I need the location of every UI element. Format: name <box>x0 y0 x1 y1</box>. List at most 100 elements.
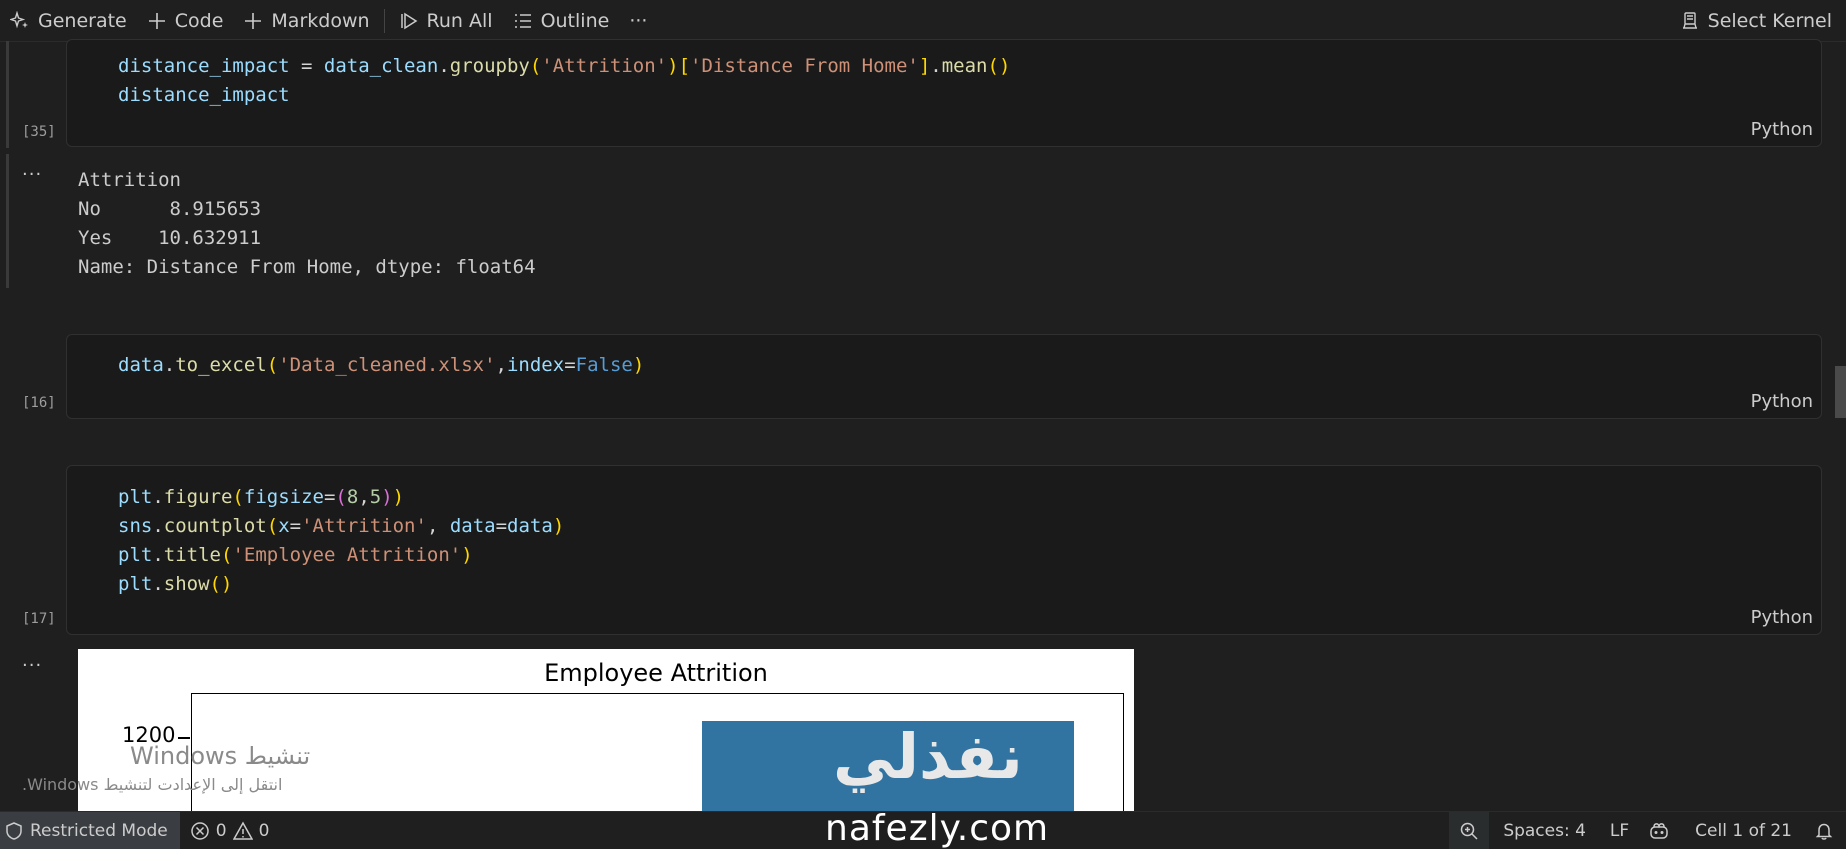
code-token: 'Employee Attrition' <box>232 544 462 566</box>
sparkle-icon <box>10 10 28 28</box>
code-token: = <box>564 354 576 376</box>
indentation-setting[interactable]: Spaces: 4 <box>1489 812 1600 849</box>
code-token: . <box>438 55 450 77</box>
code-token: . <box>930 55 942 77</box>
code-token: ( <box>232 486 244 508</box>
execution-count: [35] <box>22 124 56 140</box>
kernel-icon <box>1682 11 1697 29</box>
execution-count: [16] <box>22 395 56 411</box>
chart-title: Employee Attrition <box>544 659 768 687</box>
output-actions-icon[interactable]: ··· <box>22 655 42 676</box>
code-token: ] <box>918 55 931 77</box>
run-all-icon <box>400 12 417 29</box>
code-token: title <box>163 544 221 566</box>
code-token: ( <box>266 515 279 537</box>
more-actions-button[interactable]: ··· <box>619 0 657 41</box>
restricted-mode-indicator[interactable]: Restricted Mode <box>0 812 180 849</box>
cell-code[interactable]: distance_impact = data_clean.groupby('At… <box>118 52 1010 110</box>
select-kernel-button[interactable]: Select Kernel <box>1670 0 1846 41</box>
zoom-in-icon <box>1461 822 1478 840</box>
toolbar-divider <box>383 8 385 33</box>
zoom-button[interactable] <box>1449 812 1490 849</box>
code-token: distance_impact <box>118 55 290 77</box>
code-token: mean <box>941 55 988 77</box>
code-token: 5 <box>369 486 382 508</box>
code-token: plt <box>118 486 153 508</box>
status-bar-right: Spaces: 4 LF Cell 1 of 21 <box>1449 812 1846 849</box>
site-watermark: nafezly.com <box>825 808 1050 849</box>
generate-label: Generate <box>38 9 127 32</box>
outline-button[interactable]: Outline <box>503 0 620 41</box>
code-token: [ <box>678 55 691 77</box>
output-line: Attrition <box>78 169 181 191</box>
code-token: show <box>163 573 210 595</box>
select-kernel-label: Select Kernel <box>1707 9 1832 32</box>
code-token: data <box>118 354 164 376</box>
code-cell[interactable]: plt.figure(figsize=(8,5)) sns.countplot(… <box>66 465 1822 635</box>
code-token: groupby <box>449 55 530 77</box>
output-line: Yes 10.632911 <box>78 227 262 249</box>
add-code-button[interactable]: Code <box>137 0 234 41</box>
add-markdown-button[interactable]: Markdown <box>233 0 379 41</box>
run-all-button[interactable]: Run All <box>389 0 503 41</box>
cell-language-label[interactable]: Python <box>1751 607 1813 628</box>
cell-position-indicator[interactable]: Cell 1 of 21 <box>1679 812 1808 849</box>
code-cell[interactable]: distance_impact = data_clean.groupby('At… <box>66 39 1822 147</box>
code-token: ) <box>632 354 645 376</box>
code-token: 'Distance From Home' <box>690 55 919 77</box>
code-token: , <box>426 515 450 537</box>
code-token: False <box>575 354 633 376</box>
code-token: . <box>152 515 164 537</box>
cell-code[interactable]: data.to_excel('Data_cleaned.xlsx',index=… <box>118 351 644 380</box>
cell-language-label[interactable]: Python <box>1751 391 1813 412</box>
code-token: ) <box>552 515 565 537</box>
code-token: distance_impact <box>118 84 290 106</box>
output-actions-icon[interactable]: ··· <box>22 164 42 185</box>
error-icon <box>190 821 209 840</box>
code-token: to_excel <box>175 354 267 376</box>
cell-output-text: Attrition No 8.915653 Yes 10.632911 Name… <box>78 166 536 282</box>
copilot-icon <box>1650 822 1668 839</box>
code-token: data <box>507 515 553 537</box>
copilot-button[interactable] <box>1639 812 1679 849</box>
restricted-mode-label: Restricted Mode <box>30 820 168 841</box>
code-token: ) <box>461 544 473 566</box>
add-markdown-label: Markdown <box>271 9 370 32</box>
cell-language-label[interactable]: Python <box>1751 119 1813 140</box>
code-token: = <box>289 515 302 537</box>
error-count: 0 <box>215 820 227 841</box>
code-token: 8 <box>346 486 359 508</box>
notifications-button[interactable] <box>1808 812 1846 849</box>
warning-count: 0 <box>258 820 270 841</box>
code-token: . <box>152 486 164 508</box>
code-token: sns <box>118 515 153 537</box>
problems-indicator[interactable]: 0 0 <box>180 812 280 849</box>
code-token: = <box>289 55 324 77</box>
y-tick-mark <box>178 737 190 739</box>
code-token: figsize <box>243 486 324 508</box>
code-token: , <box>358 486 370 508</box>
cell-code[interactable]: plt.figure(figsize=(8,5)) sns.countplot(… <box>118 483 564 599</box>
bell-icon <box>1815 823 1833 840</box>
end-of-line-setting[interactable]: LF <box>1600 812 1639 849</box>
windows-activation-subtitle: انتقل إلى الإعدادت لتنشيط Windows. <box>22 775 283 794</box>
code-token: ) <box>392 486 405 508</box>
code-token: 'Attrition' <box>301 515 427 537</box>
code-token: ) <box>381 486 393 508</box>
code-token: index <box>506 354 565 376</box>
code-token: ( <box>335 486 347 508</box>
code-token: . <box>152 544 164 566</box>
more-label: ··· <box>629 9 648 32</box>
code-token: . <box>152 573 164 595</box>
code-cell[interactable]: data.to_excel('Data_cleaned.xlsx',index=… <box>66 334 1822 419</box>
scrollbar-thumb[interactable] <box>1835 366 1846 418</box>
run-all-label: Run All <box>426 9 493 32</box>
code-token: plt <box>118 573 153 595</box>
generate-button[interactable]: Generate <box>0 0 137 41</box>
shield-icon <box>6 821 22 840</box>
notebook-toolbar: Generate Code Markdown Run All Outline ·… <box>0 0 1846 42</box>
code-token: figure <box>163 486 233 508</box>
windows-activation-title: تنشيط Windows <box>130 742 311 770</box>
code-token: plt <box>118 544 153 566</box>
cell-focus-indicator <box>6 41 9 148</box>
